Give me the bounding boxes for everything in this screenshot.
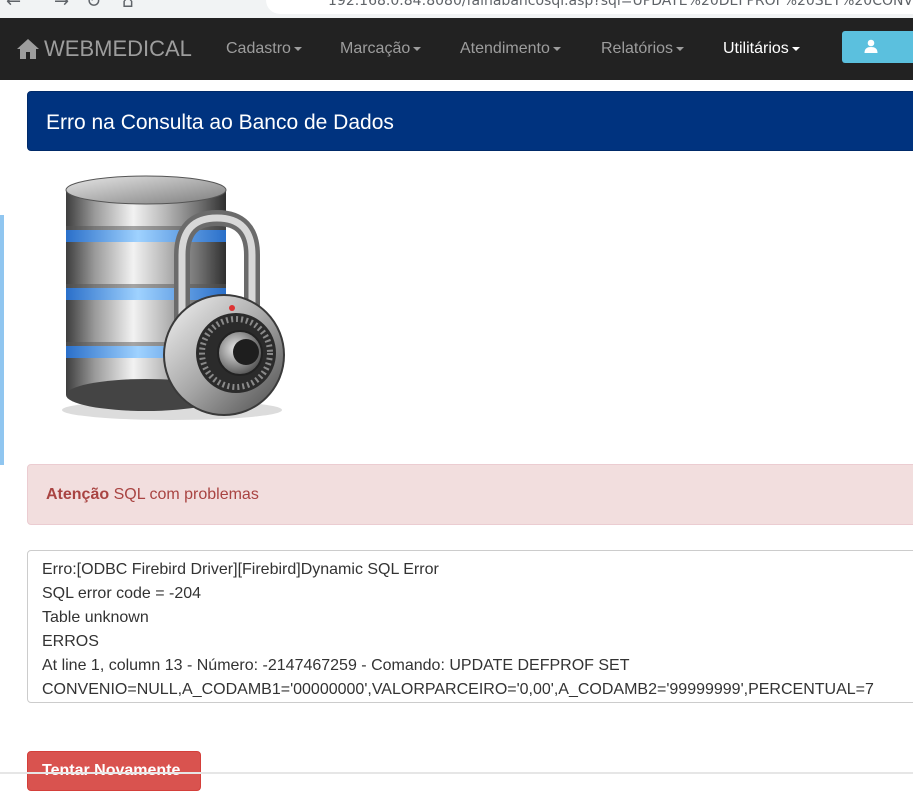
user-icon <box>864 39 878 53</box>
menu-label: Cadastro <box>226 40 291 57</box>
menu-atendimento[interactable]: Atendimento <box>460 18 561 80</box>
top-navbar: WEBMEDICAL Cadastro Marcação Atendimento… <box>0 18 913 80</box>
caret-down-icon <box>552 47 561 51</box>
error-details-textarea[interactable]: Erro:[ODBC Firebird Driver][Firebird]Dyn… <box>27 550 913 703</box>
reload-icon[interactable]: ↻ <box>86 0 101 12</box>
menu-label: Marcação <box>340 40 411 57</box>
error-line: Table unknown <box>42 609 149 626</box>
brand-name: WEBMEDICAL <box>44 36 192 61</box>
alert-message: SQL com problemas <box>109 486 259 503</box>
menu-label: Relatórios <box>601 40 674 57</box>
sql-warning-alert: Atenção SQL com problemas <box>27 464 913 525</box>
brand-link[interactable]: WEBMEDICAL <box>16 18 192 80</box>
error-line: Erro:[ODBC Firebird Driver][Firebird]Dyn… <box>42 561 439 578</box>
home-page-icon[interactable]: ⌂ <box>122 0 133 12</box>
caret-down-icon <box>293 47 302 51</box>
menu-relatorios[interactable]: Relatórios <box>601 18 685 80</box>
retry-button-label: Tentar Novamente <box>42 762 181 779</box>
page-left-accent <box>0 215 4 465</box>
menu-utilitarios[interactable]: Utilitários <box>723 18 800 80</box>
caret-down-icon <box>413 47 422 51</box>
site-info-icon[interactable]: ♡ <box>276 0 287 2</box>
error-panel-heading: Erro na Consulta ao Banco de Dados <box>27 91 913 151</box>
alert-text: Atenção SQL com problemas <box>46 486 259 504</box>
back-icon[interactable]: ← <box>6 0 21 12</box>
not-secure-icon: ⚠ <box>302 0 313 2</box>
error-line: CONVENIO=NULL,A_CODAMB1='00000000',VALOR… <box>42 681 874 698</box>
menu-label: Atendimento <box>460 40 550 57</box>
address-text[interactable]: 192.168.0.84:8080/falhabancosql.asp?sql=… <box>328 0 913 9</box>
error-line: SQL error code = -204 <box>42 585 202 602</box>
menu-label: Utilitários <box>723 40 789 57</box>
forward-icon[interactable]: → <box>54 0 69 12</box>
error-line: At line 1, column 13 - Número: -21474672… <box>42 657 630 674</box>
alert-strong: Atenção <box>46 486 110 503</box>
caret-down-icon <box>791 47 800 51</box>
retry-button[interactable]: Tentar Novamente <box>27 751 201 791</box>
address-bar[interactable]: ♡ ⚠ 192.168.0.84:8080/falhabancosql.asp?… <box>266 0 913 14</box>
menu-cadastro[interactable]: Cadastro <box>226 18 302 80</box>
home-icon <box>17 39 39 59</box>
database-lock-icon <box>62 175 285 420</box>
caret-down-icon <box>676 47 685 51</box>
menu-marcacao[interactable]: Marcação <box>340 18 422 80</box>
error-line: ERROS <box>42 633 99 650</box>
page-title: Erro na Consulta ao Banco de Dados <box>46 111 394 134</box>
user-menu-button[interactable] <box>842 31 913 63</box>
browser-toolbar: ← → ↻ ⌂ ♡ ⚠ 192.168.0.84:8080/falhabanco… <box>0 0 913 18</box>
